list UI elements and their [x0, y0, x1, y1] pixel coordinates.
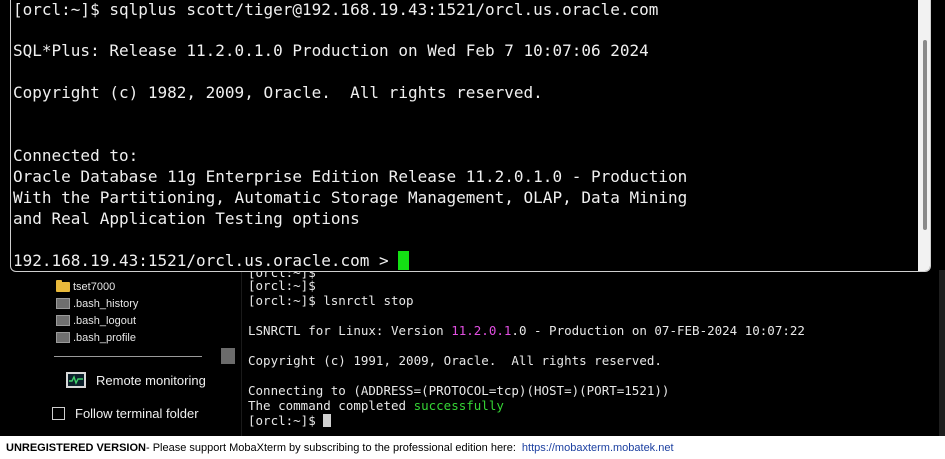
follow-terminal-folder-checkbox[interactable]: Follow terminal folder	[52, 406, 199, 421]
file-tree-item[interactable]: .bash_history	[56, 295, 216, 312]
status-bar: UNREGISTERED VERSION - Please support Mo…	[0, 436, 945, 459]
terminal-cursor	[398, 251, 410, 270]
file-name: .bash_profile	[73, 331, 136, 344]
file-tree-item[interactable]: tset7000	[56, 278, 216, 295]
file-tree-item[interactable]: .bash_logout	[56, 312, 216, 329]
monitor-icon	[66, 372, 86, 388]
terminal-line: [orcl:~]$ lsnrctl stop	[248, 293, 414, 308]
terminal-scrollbar-thumb[interactable]	[923, 40, 927, 230]
file-icon	[56, 315, 70, 326]
follow-terminal-folder-label: Follow terminal folder	[75, 406, 199, 421]
mobaxterm-link[interactable]: https://mobaxterm.mobatek.net	[522, 442, 674, 454]
terminal-line: Connecting to (ADDRESS=(PROTOCOL=tcp)(HO…	[248, 383, 670, 398]
sqlplus-prompt-line: 192.168.19.43:1521/orcl.us.oracle.com >	[13, 251, 410, 271]
file-tree: tset7000 .bash_history .bash_logout .bas…	[56, 278, 216, 346]
checkbox[interactable]	[52, 407, 65, 420]
terminal-line: [orcl:~]$	[248, 278, 316, 293]
terminal-line: Copyright (c) 1982, 2009, Oracle. All ri…	[13, 83, 543, 102]
horizontal-scrollbar[interactable]	[54, 356, 202, 357]
file-icon	[56, 332, 70, 343]
terminal-line: With the Partitioning, Automatic Storage…	[13, 188, 688, 207]
remote-monitoring-label: Remote monitoring	[96, 372, 206, 388]
terminal-line: The command completed successfully	[248, 398, 504, 413]
file-name: tset7000	[73, 280, 116, 293]
file-icon	[56, 298, 70, 309]
terminal-scrollbar[interactable]	[939, 270, 945, 436]
terminal-prompt-line: [orcl:~]$	[248, 413, 332, 428]
terminal-line: Connected to:	[13, 146, 139, 165]
terminal-line: LSNRCTL for Linux: Version 11.2.0.1.0 - …	[248, 323, 805, 338]
file-tree-item[interactable]: .bash_profile	[56, 329, 216, 346]
file-name: .bash_history	[73, 297, 139, 310]
terminal-cursor	[323, 414, 332, 427]
unregistered-label: UNREGISTERED VERSION	[6, 441, 146, 454]
vertical-scrollbar-thumb[interactable]	[221, 348, 235, 364]
terminal-line: Copyright (c) 1991, 2009, Oracle. All ri…	[248, 353, 662, 368]
remote-monitoring-button[interactable]: Remote monitoring	[66, 372, 206, 388]
folder-icon	[56, 279, 70, 292]
terminal-line: SQL*Plus: Release 11.2.0.1.0 Production …	[13, 41, 649, 60]
terminal-scrollbar[interactable]	[918, 0, 930, 271]
terminal-line: [orcl:~]$ sqlplus scott/tiger@192.168.19…	[13, 0, 659, 19]
sftp-sidebar: tset7000 .bash_history .bash_logout .bas…	[0, 270, 242, 436]
file-name: .bash_logout	[73, 314, 136, 327]
terminal-line: Oracle Database 11g Enterprise Edition R…	[13, 167, 688, 186]
sqlplus-terminal-window[interactable]: [orcl:~]$ sqlplus scott/tiger@192.168.19…	[10, 0, 931, 272]
status-message: - Please support MobaXterm by subscribin…	[145, 441, 516, 454]
terminal-line: and Real Application Testing options	[13, 209, 360, 228]
background-terminal[interactable]: [orcl:~]$ [orcl:~]$ [orcl:~]$ lsnrctl st…	[242, 265, 945, 436]
